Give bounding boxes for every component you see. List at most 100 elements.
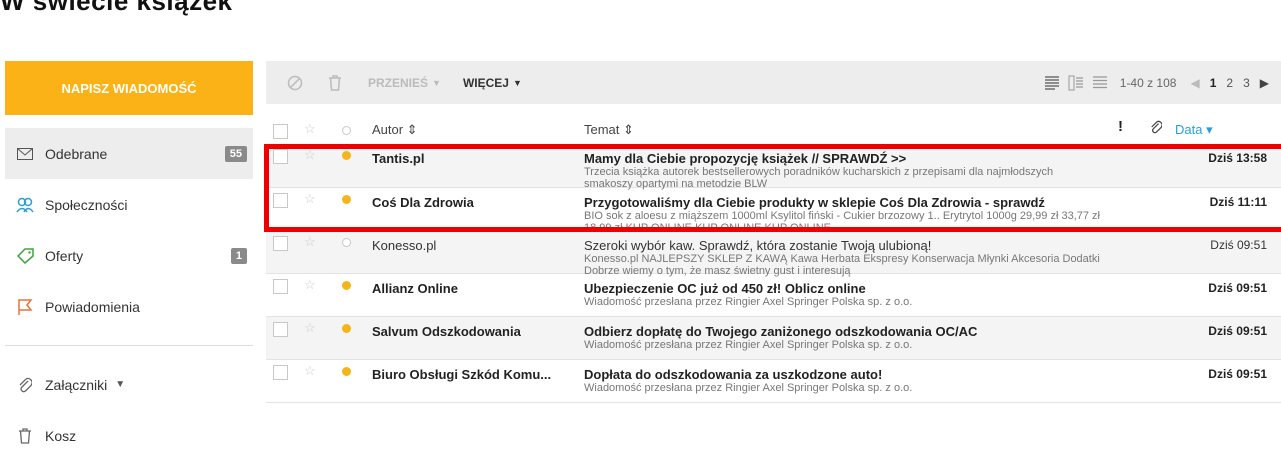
offers-count-badge: 1 (230, 247, 247, 264)
row-checkbox[interactable] (273, 193, 288, 208)
unread-dot-icon[interactable] (342, 195, 351, 204)
author-column-header[interactable]: Autor ⇕ (372, 122, 418, 138)
view-list-icon[interactable] (1092, 75, 1108, 91)
paperclip-icon (15, 375, 35, 395)
mail-subject: Odbierz dopłatę do Twojego zaniżonego od… (584, 324, 978, 339)
read-status-icon[interactable] (342, 126, 351, 135)
mail-row[interactable]: ☆ Coś Dla Zdrowia Przygotowaliśmy dla Ci… (266, 188, 1281, 234)
mail-preview: Wiadomość przesłana przez Ringier Axel S… (584, 296, 913, 308)
column-header: ☆ Autor ⇕ Temat ⇕ ! Data ▾ (266, 118, 1281, 144)
page-title: W świecie książek (0, 0, 233, 16)
page-link[interactable]: 2 (1226, 76, 1233, 90)
mail-subject: Przygotowaliśmy dla Ciebie produkty w sk… (584, 195, 1045, 210)
read-dot-icon[interactable] (342, 238, 351, 247)
mail-preview: Trzecia książka autorek bestsellerowych … (584, 166, 1054, 190)
sidebar-item-attachments[interactable]: Załączniki ▼ (5, 359, 253, 410)
sidebar: Odebrane 55 Społeczności Oferty 1 Powiad… (5, 128, 253, 461)
chevron-down-icon: ▼ (432, 77, 441, 88)
next-page-icon[interactable]: ▶ (1260, 76, 1269, 90)
star-icon[interactable]: ☆ (304, 191, 316, 207)
mail-date: Dziś 13:58 (1208, 151, 1267, 165)
mail-list: ☆ Tantis.pl Mamy dla Ciebie propozycję k… (266, 144, 1281, 403)
sidebar-item-label: Społeczności (45, 196, 128, 213)
mail-author: Salvum Odszkodowania (372, 324, 521, 339)
mail-subject: Dopłata do odszkodowania za uszkodzone a… (584, 367, 883, 382)
flag-icon (15, 297, 35, 317)
sidebar-item-label: Załączniki (45, 376, 108, 393)
unread-dot-icon[interactable] (342, 151, 351, 160)
sidebar-item-trash[interactable]: Kosz (5, 410, 253, 461)
subject-column-header[interactable]: Temat ⇕ (584, 122, 634, 138)
more-button[interactable]: WIĘCEJ ▼ (463, 76, 522, 90)
mail-row[interactable]: ☆ Biuro Obsługi Szkód Komu... Dopłata do… (266, 360, 1281, 403)
mail-subject: Szeroki wybór kaw. Sprawdź, która zostan… (584, 238, 932, 253)
select-all-checkbox[interactable] (273, 124, 288, 139)
mail-toolbar: PRZENIEŚ ▼ WIĘCEJ ▼ 1-40 z 108 ◀ 1 2 3 ▶ (266, 61, 1281, 104)
toolbar-right: 1-40 z 108 ◀ 1 2 3 ▶ (1036, 75, 1269, 91)
unread-count-badge: 55 (224, 145, 247, 162)
important-column-header[interactable]: ! (1118, 118, 1123, 135)
mail-row[interactable]: ☆ Salvum Odszkodowania Odbierz dopłatę d… (266, 317, 1281, 360)
page-link[interactable]: 3 (1243, 76, 1250, 90)
mail-row[interactable]: ☆ Allianz Online Ubezpieczenie OC już od… (266, 274, 1281, 317)
mail-subject: Mamy dla Ciebie propozycję książek // SP… (584, 151, 907, 166)
mail-date: Dziś 09:51 (1208, 324, 1267, 338)
unread-dot-icon[interactable] (342, 367, 351, 376)
row-checkbox[interactable] (273, 236, 288, 251)
unread-dot-icon[interactable] (342, 281, 351, 290)
row-checkbox[interactable] (273, 365, 288, 380)
sidebar-item-label: Kosz (45, 427, 77, 444)
tag-icon (15, 246, 35, 266)
move-button[interactable]: PRZENIEŚ ▼ (368, 76, 441, 90)
star-icon[interactable]: ☆ (304, 277, 316, 293)
mail-author: Tantis.pl (372, 151, 425, 166)
row-checkbox[interactable] (273, 279, 288, 294)
pagination: ◀ 1 2 3 ▶ (1190, 76, 1269, 90)
more-label: WIĘCEJ (462, 75, 509, 90)
message-count: 1-40 z 108 (1119, 75, 1177, 90)
sidebar-item-label: Odebrane (45, 145, 108, 162)
sidebar-item-label: Powiadomienia (45, 298, 140, 315)
trash-icon (15, 426, 35, 446)
compose-button[interactable]: NAPISZ WIADOMOŚĆ (5, 61, 253, 115)
row-checkbox[interactable] (273, 149, 288, 164)
sidebar-item-notifications[interactable]: Powiadomienia (5, 281, 253, 332)
row-checkbox[interactable] (273, 322, 288, 337)
mail-date: Dziś 11:11 (1209, 195, 1267, 209)
block-icon[interactable] (284, 72, 306, 94)
mail-date: Dziś 09:51 (1210, 238, 1267, 252)
star-icon[interactable]: ☆ (304, 121, 316, 137)
delete-icon[interactable] (324, 72, 346, 94)
star-icon[interactable]: ☆ (304, 234, 316, 250)
view-preview-icon[interactable] (1068, 75, 1084, 91)
mail-author: Coś Dla Zdrowia (372, 195, 474, 210)
sidebar-item-label: Oferty (45, 247, 84, 264)
mail-preview: Wiadomość przesłana przez Ringier Axel S… (584, 339, 913, 351)
prev-page-icon[interactable]: ◀ (1190, 76, 1199, 90)
unread-dot-icon[interactable] (342, 324, 351, 333)
star-icon[interactable]: ☆ (304, 147, 316, 163)
paperclip-icon[interactable] (1150, 120, 1163, 137)
sidebar-item-inbox[interactable]: Odebrane 55 (5, 128, 253, 179)
mail-preview: Wiadomość przesłana przez Ringier Axel S… (584, 382, 913, 394)
mail-author: Allianz Online (372, 281, 458, 296)
page-link[interactable]: 1 (1210, 76, 1217, 90)
mail-row[interactable]: ☆ Konesso.pl Szeroki wybór kaw. Sprawdź,… (266, 231, 1281, 277)
mail-row[interactable]: ☆ Tantis.pl Mamy dla Ciebie propozycję k… (266, 144, 1281, 190)
mail-date: Dziś 09:51 (1208, 367, 1267, 381)
chevron-down-icon: ▼ (512, 77, 522, 88)
mail-date: Dziś 09:51 (1208, 281, 1267, 295)
mail-author: Konesso.pl (372, 238, 437, 253)
star-icon[interactable]: ☆ (304, 320, 316, 336)
mail-subject: Ubezpieczenie OC już od 450 zł! Oblicz o… (584, 281, 866, 296)
sidebar-item-offers[interactable]: Oferty 1 (5, 230, 253, 281)
mail-author: Biuro Obsługi Szkód Komu... (372, 367, 552, 382)
sidebar-item-social[interactable]: Społeczności (5, 179, 253, 230)
view-compact-icon[interactable] (1044, 75, 1060, 91)
move-label: PRZENIEŚ (368, 75, 429, 90)
envelope-icon (15, 144, 35, 164)
sidebar-divider (5, 345, 253, 346)
star-icon[interactable]: ☆ (304, 363, 316, 379)
people-icon (15, 195, 35, 215)
date-column-header[interactable]: Data ▾ (1175, 122, 1213, 138)
